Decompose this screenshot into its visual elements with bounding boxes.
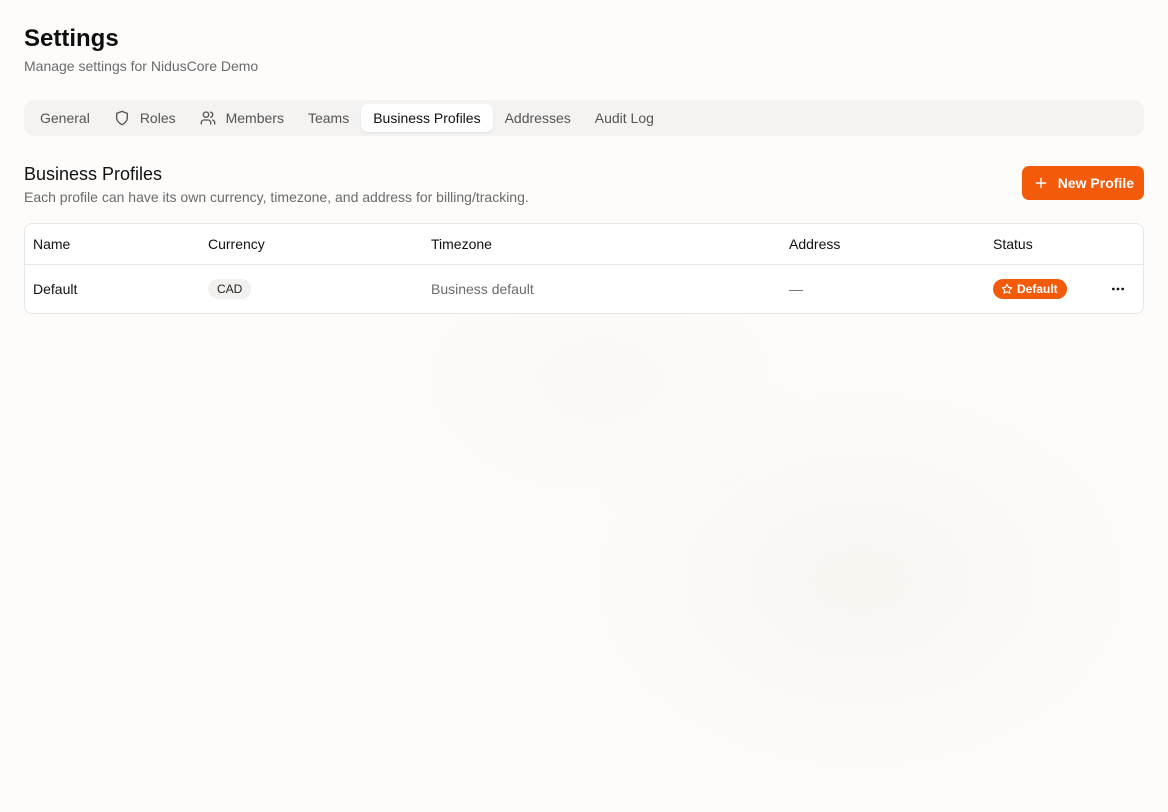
tab-general[interactable]: General	[28, 104, 102, 132]
section-heading-group: Business Profiles Each profile can have …	[24, 163, 529, 206]
business-profiles-table: Name Currency Timezone Address Status De…	[24, 223, 1144, 314]
column-header-address: Address	[789, 236, 841, 252]
page-subtitle: Manage settings for NidusCore Demo	[24, 58, 259, 74]
tab-label: Teams	[307, 110, 350, 126]
timezone-cell: Business default	[431, 281, 534, 297]
address-cell: —	[789, 281, 803, 297]
column-header-currency: Currency	[208, 236, 265, 252]
page-title: Settings	[24, 25, 119, 52]
column-header-name: Name	[33, 236, 71, 252]
tab-addresses[interactable]: Addresses	[493, 104, 583, 132]
column-header-status: Status	[993, 236, 1033, 252]
settings-tabs: General Roles Members Teams Business Pro…	[24, 100, 1144, 136]
tab-business-profiles[interactable]: Business Profiles	[361, 104, 493, 132]
settings-page: Settings Manage settings for NidusCore D…	[24, 24, 1144, 314]
star-icon	[1001, 283, 1013, 295]
users-icon	[200, 110, 216, 126]
tab-audit-log[interactable]: Audit Log	[583, 104, 666, 132]
section-description: Each profile can have its own currency, …	[24, 189, 529, 205]
new-profile-label: New Profile	[1057, 175, 1134, 191]
tab-label: Roles	[139, 110, 176, 126]
tab-label: General	[40, 110, 90, 126]
table-row: Default CAD Business default — Default	[25, 265, 1143, 313]
tab-label: Addresses	[504, 110, 571, 126]
row-actions-button[interactable]	[1104, 275, 1132, 303]
status-cell: Default	[993, 279, 1093, 299]
status-badge: Default	[993, 279, 1067, 299]
column-header-timezone: Timezone	[431, 236, 492, 252]
tab-roles[interactable]: Roles	[102, 104, 188, 132]
section-title: Business Profiles	[24, 164, 163, 184]
plus-icon	[1034, 176, 1048, 190]
more-horizontal-icon	[1112, 287, 1124, 291]
tab-label: Business Profiles	[373, 110, 481, 126]
table-header-row: Name Currency Timezone Address Status	[25, 224, 1143, 265]
actions-cell	[1093, 275, 1143, 303]
tab-label: Audit Log	[594, 110, 654, 126]
new-profile-button[interactable]: New Profile	[1021, 166, 1144, 200]
section-header: Business Profiles Each profile can have …	[24, 163, 1144, 206]
status-badge-label: Default	[1017, 282, 1058, 296]
tab-members[interactable]: Members	[188, 104, 296, 132]
profile-name: Default	[33, 281, 78, 297]
currency-pill: CAD	[208, 279, 252, 299]
currency-cell: CAD	[208, 279, 431, 299]
tab-label: Members	[225, 110, 284, 126]
shield-icon	[114, 110, 130, 126]
tab-teams[interactable]: Teams	[296, 104, 361, 132]
